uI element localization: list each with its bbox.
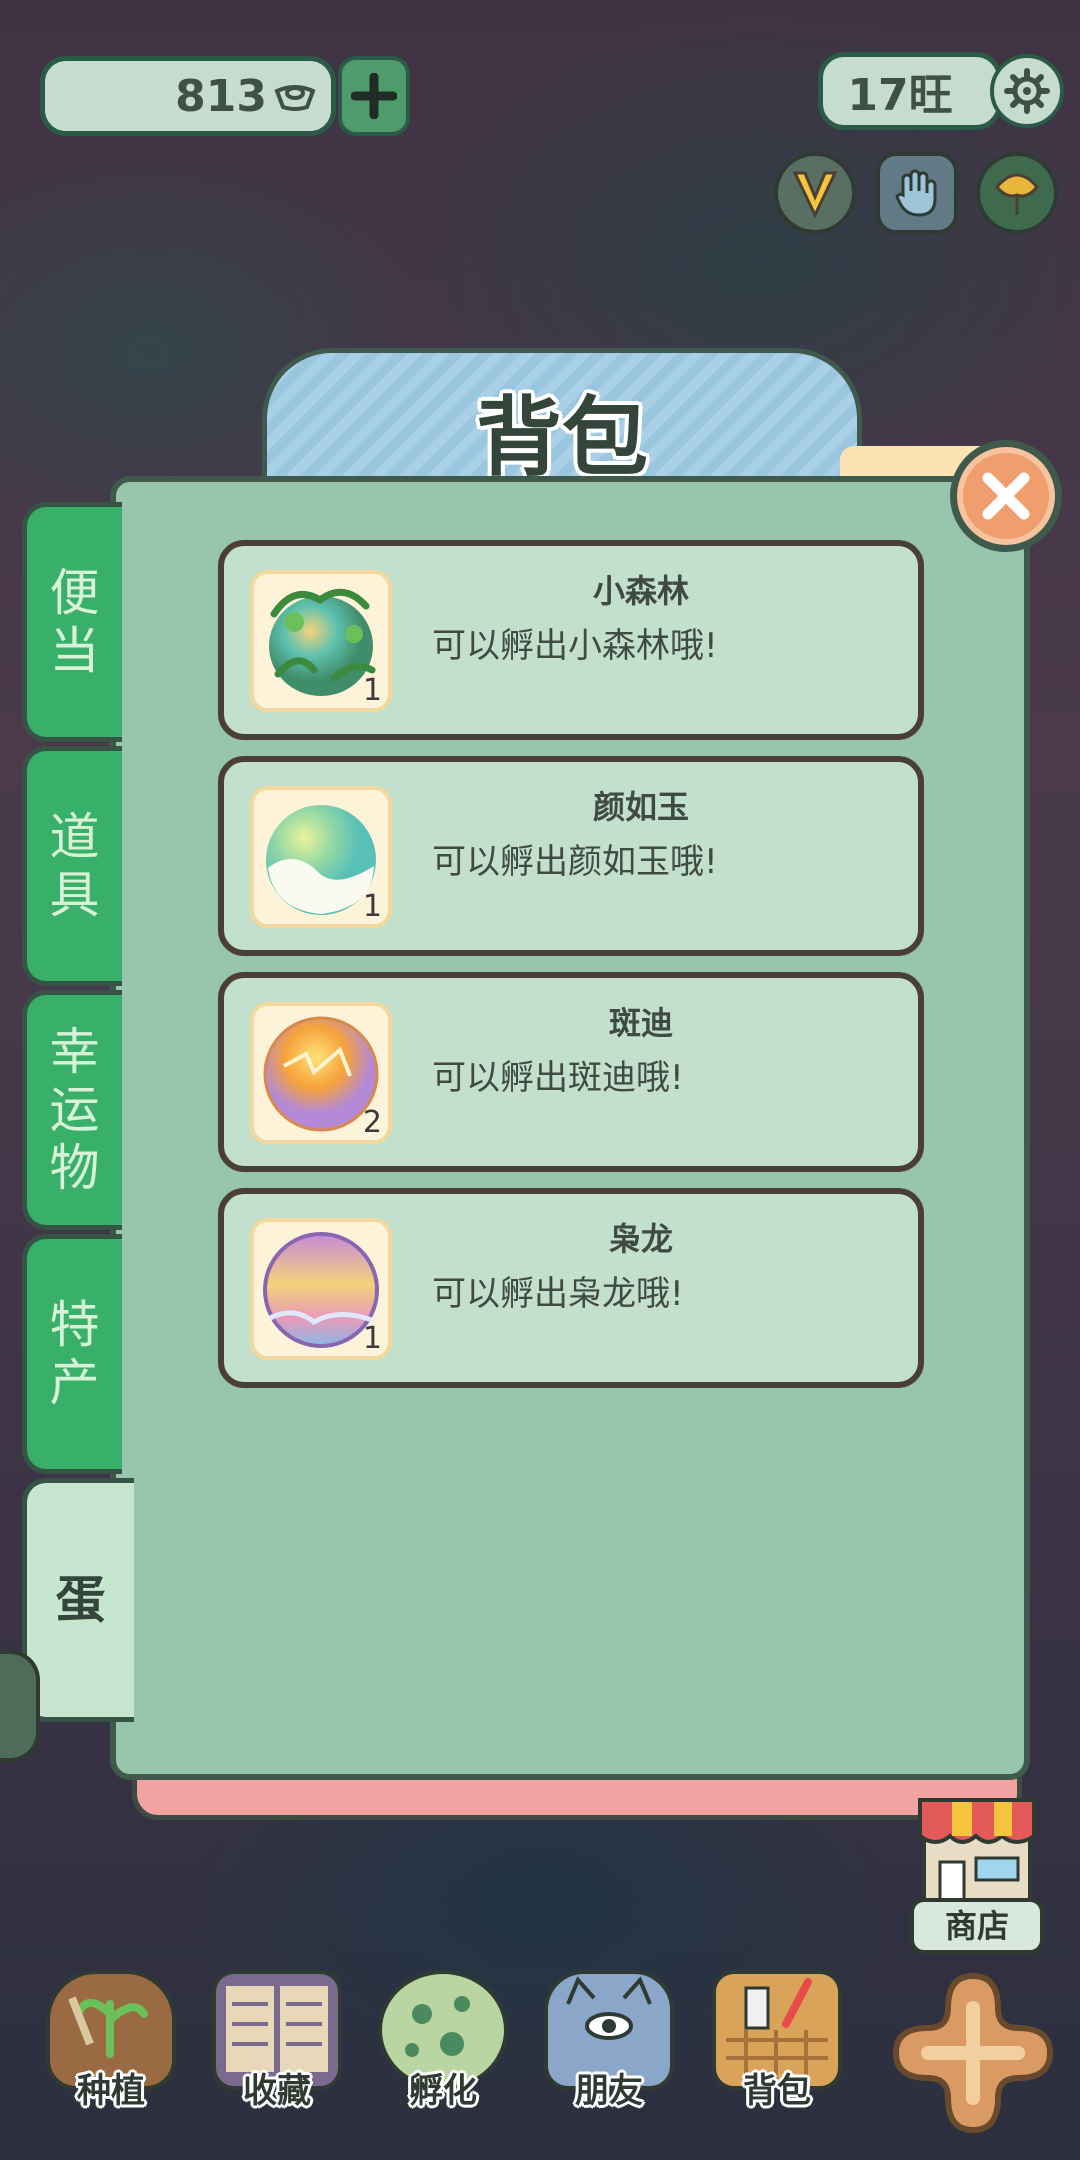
shop-icon — [918, 1798, 1036, 1908]
item-name: 小森林 — [592, 572, 689, 610]
clover-plus-icon — [892, 1972, 1054, 2134]
item-description: 可以孵出斑迪哦! — [432, 1058, 684, 1098]
settings-button[interactable] — [990, 54, 1064, 128]
tab-lucky-items[interactable]: 幸运物 — [22, 990, 122, 1230]
panel-title: 背包 — [476, 388, 648, 488]
ingot-icon — [273, 81, 317, 111]
ginkgo-leaf-icon — [995, 173, 1039, 215]
add-coins-button[interactable] — [338, 56, 410, 136]
left-arrow-tab[interactable] — [0, 1650, 40, 1762]
item-description: 可以孵出枭龙哦! — [432, 1274, 684, 1314]
list-item[interactable]: 1 小森林 可以孵出小森林哦! — [218, 540, 924, 740]
coin-amount: 813 — [175, 70, 267, 122]
wang-counter: 17旺 — [818, 52, 1002, 130]
nav-collection[interactable]: 收藏 — [202, 1960, 352, 2130]
nav-hatch[interactable]: 孵化 — [368, 1960, 518, 2130]
nav-backpack[interactable]: 背包 — [702, 1960, 852, 2130]
close-icon — [982, 472, 1030, 520]
item-count: 1 — [362, 673, 382, 708]
item-count: 1 — [362, 1321, 382, 1356]
ginkgo-button[interactable] — [976, 152, 1058, 234]
nav-friends-label: 朋友 — [575, 2071, 643, 2111]
shop-label: 商店 — [910, 1898, 1044, 1954]
vip-icon — [792, 171, 838, 219]
wang-amount: 17旺 — [847, 70, 953, 121]
item-count: 2 — [362, 1105, 382, 1140]
list-item[interactable]: 1 枭龙 可以孵出枭龙哦! — [218, 1188, 924, 1388]
tab-specialty[interactable]: 特产 — [22, 1234, 122, 1474]
plus-icon — [351, 73, 397, 119]
item-name: 枭龙 — [608, 1220, 673, 1258]
coin-counter: 813 — [40, 56, 336, 136]
item-description: 可以孵出小森林哦! — [432, 626, 718, 666]
close-button[interactable] — [950, 440, 1062, 552]
list-item[interactable]: 2 斑迪 可以孵出斑迪哦! — [218, 972, 924, 1172]
center-action-button[interactable] — [888, 1968, 1058, 2138]
item-count: 1 — [362, 889, 382, 924]
nav-collection-label: 收藏 — [243, 2071, 311, 2111]
vip-button[interactable] — [774, 152, 856, 234]
nav-friends[interactable]: 朋友 — [534, 1960, 684, 2130]
item-description: 可以孵出颜如玉哦! — [432, 842, 718, 882]
item-name: 斑迪 — [608, 1004, 673, 1042]
hand-icon — [895, 169, 937, 217]
nav-hatch-label: 孵化 — [409, 2071, 477, 2111]
nav-plant-label: 种植 — [77, 2071, 145, 2111]
item-name: 颜如玉 — [592, 788, 689, 826]
shop-button[interactable]: 商店 — [910, 1790, 1044, 1954]
list-item[interactable]: 1 颜如玉 可以孵出颜如玉哦! — [218, 756, 924, 956]
tab-props[interactable]: 道具 — [22, 746, 122, 986]
nav-backpack-label: 背包 — [743, 2071, 811, 2111]
hand-button[interactable] — [876, 152, 958, 234]
nav-plant[interactable]: 种植 — [36, 1960, 186, 2130]
gear-icon — [1004, 68, 1050, 114]
tab-bento[interactable]: 便当 — [22, 502, 122, 742]
